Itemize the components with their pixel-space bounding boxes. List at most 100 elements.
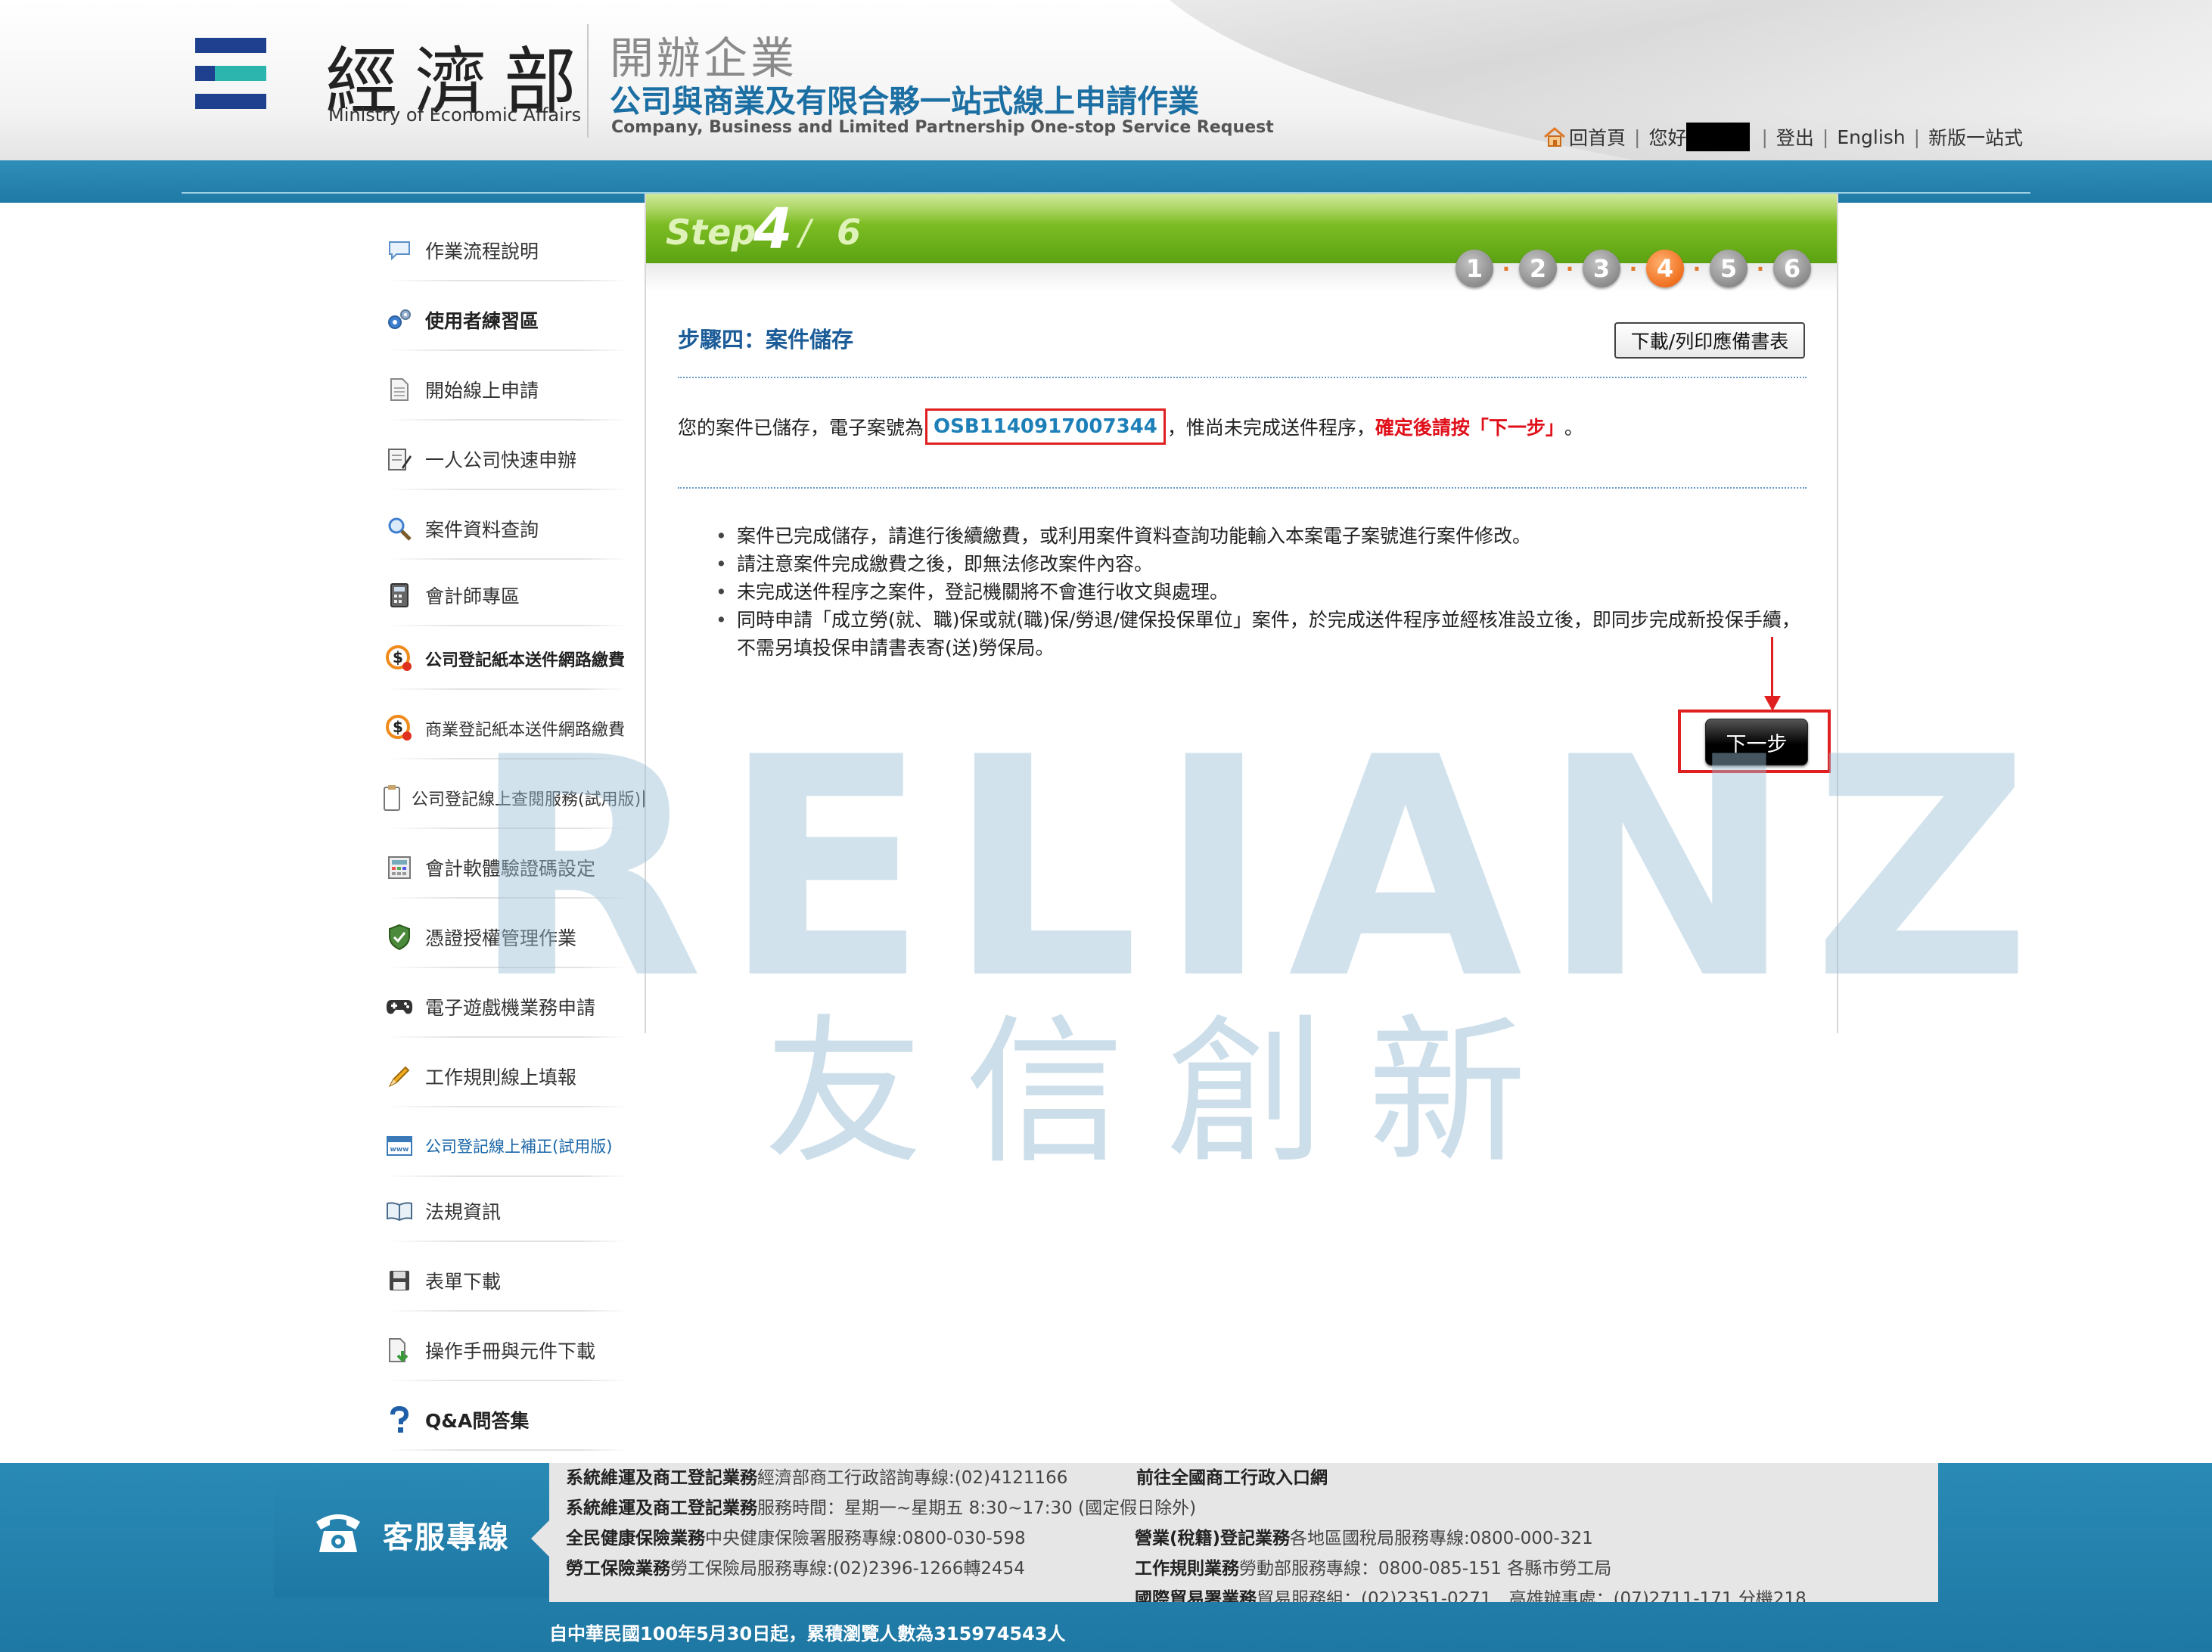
case-saved-message: 您的案件已儲存，電子案號為 OSB1140917007344 ，惟尚未完成送件程… — [678, 408, 1583, 445]
sidebar-item-label: 工作規則線上填報 — [425, 1067, 577, 1088]
sidebar-item-regulations[interactable]: 法規資訊 — [371, 1180, 628, 1242]
sidebar-item-faq[interactable]: Q&A問答集 — [371, 1389, 628, 1451]
calculator-icon — [384, 580, 415, 610]
sidebar-item-label: Q&A問答集 — [425, 1410, 530, 1432]
speech-bubble-icon — [384, 235, 415, 266]
case-message-prefix: 您的案件已儲存，電子案號為 — [678, 417, 924, 439]
sidebar-item-company-online-correction[interactable]: www 公司登記線上補正(試用版) — [371, 1115, 628, 1177]
step-dot-5: 5 — [1710, 250, 1748, 287]
step-dot-1: 1 — [1456, 250, 1493, 287]
step-word: Step — [666, 212, 756, 253]
sidebar-item-label: 作業流程說明 — [425, 241, 539, 262]
case-number-highlight: OSB1140917007344 — [925, 408, 1166, 445]
footer-notch — [531, 1519, 551, 1558]
download-print-forms-button[interactable]: 下載/列印應備書表 — [1614, 322, 1805, 359]
hotline-label: 客服專線 — [383, 1520, 510, 1555]
telephone-icon — [316, 1514, 360, 1552]
step-current-number: 4 — [753, 197, 793, 262]
download-doc-icon — [384, 1335, 415, 1365]
national-portal-link[interactable]: 前往全國商工行政入口網 — [1136, 1463, 1328, 1489]
floppy-disk-icon — [384, 1265, 415, 1296]
step-dot-3: 3 — [1583, 250, 1620, 287]
step-dot-separator: · — [1629, 256, 1638, 281]
sidebar-item-label: 法規資訊 — [425, 1201, 502, 1223]
list-item: 案件已完成儲存，請進行後續繳費，或利用案件資料查詢功能輸入本案電子案號進行案件修… — [716, 522, 1813, 550]
browser-window-icon: www — [384, 1131, 415, 1161]
sidebar-item-label: 開始線上申請 — [425, 380, 539, 402]
shield-check-icon — [384, 922, 415, 952]
nav-separator: | — [1634, 126, 1641, 148]
sidebar-item-start-application[interactable]: 開始線上申請 — [371, 359, 628, 421]
notes-list: 案件已完成儲存，請進行後續繳費，或利用案件資料查詢功能輸入本案電子案號進行案件修… — [716, 522, 1813, 662]
document-icon — [384, 374, 415, 405]
gamepad-icon — [384, 992, 415, 1022]
header-divider — [587, 24, 589, 138]
sidebar-item-label: 一人公司快速申辦 — [425, 449, 577, 471]
footer-info-panel: 系統維運及商工登記業務經濟部商工行政諮詢專線:(02)4121166 前往全國商… — [549, 1463, 1938, 1602]
step-dot-separator: · — [1756, 256, 1765, 281]
list-item: 請注意案件完成繳費之後，即無法修改案件內容。 — [716, 550, 1813, 578]
sidebar-item-case-query[interactable]: 案件資料查詢 — [371, 498, 628, 560]
question-mark-icon — [384, 1405, 415, 1435]
step-dot-separator: · — [1565, 256, 1574, 281]
home-link[interactable]: 回首頁 — [1569, 123, 1626, 151]
footer-row: 全民健康保險業務中央健康保險署服務專線:0800-030-598 — [566, 1529, 1026, 1548]
sidebar-item-practice-area[interactable]: 使用者練習區 — [371, 289, 628, 351]
sidebar-item-accountant-area[interactable]: 會計師專區 — [371, 564, 628, 626]
greeting-text: 您好 — [1648, 127, 1687, 149]
logout-link[interactable]: 登出 — [1776, 123, 1814, 151]
sidebar-item-label: 會計師專區 — [425, 585, 520, 607]
english-link[interactable]: English — [1837, 126, 1905, 148]
site-header: 經濟部 Ministry of Economic Affairs 開辦企業 公司… — [0, 0, 2212, 160]
calculator-grid-icon — [384, 852, 415, 883]
new-version-link[interactable]: 新版一站式 — [1928, 123, 2023, 151]
nav-separator: | — [1761, 126, 1768, 148]
sidebar-item-label: 表單下載 — [425, 1271, 502, 1293]
clipboard-icon — [377, 783, 407, 813]
sidebar-item-label: 操作手冊與元件下載 — [425, 1340, 596, 1362]
sidebar-item-label: 公司登記線上補正(試用版) — [425, 1138, 613, 1156]
top-navigation: 回首頁 | 您好 | 登出 | English | 新版一站式 — [1543, 123, 2023, 151]
service-title: 公司與商業及有限合夥一站式線上申請作業 — [610, 83, 1199, 120]
svg-text:www: www — [390, 1146, 409, 1154]
step-progress-indicator: 1 · 2 · 3 · 4 · 5 · 6 — [1456, 250, 1811, 287]
open-book-icon — [384, 1196, 415, 1226]
visitor-count: 自中華民國100年5月30日起，累積瀏覽人數為315974543人 — [549, 1623, 1066, 1644]
case-message-end: 。 — [1564, 417, 1583, 439]
nav-separator: | — [1822, 126, 1829, 148]
sidebar-item-process-guide[interactable]: 作業流程說明 — [371, 219, 628, 281]
footer-row: 國際貿易署業務貿易服務組：(02)2351-0271 高雄辦事處：(07)271… — [1135, 1589, 1807, 1602]
footer-row: 系統維運及商工登記業務服務時間：星期一~星期五 8:30~17:30 (國定假日… — [566, 1498, 1197, 1518]
sidebar-item-manual-download[interactable]: 操作手冊與元件下載 — [371, 1319, 628, 1381]
dollar-coin-icon: $ — [384, 713, 415, 744]
list-item: 未完成送件程序之案件，登記機關將不會進行收文與處理。 — [716, 578, 1813, 606]
footer-row: 工作規則業務勞動部服務專線：0800-085-151 各縣市勞工局 — [1135, 1559, 1612, 1579]
sidebar-item-label: 使用者練習區 — [425, 310, 539, 332]
home-icon[interactable] — [1543, 126, 1566, 148]
footer-row: 營業(稅籍)登記業務各地區國稅局服務專線:0800-000-321 — [1135, 1529, 1593, 1548]
sidebar-item-form-download[interactable]: 表單下載 — [371, 1250, 628, 1312]
step-dot-4: 4 — [1646, 250, 1684, 287]
page-title: 步驟四：案件儲存 — [678, 327, 854, 352]
sidebar-item-one-person-company[interactable]: 一人公司快速申辦 — [371, 428, 628, 490]
watermark-text-zh: 友信創新 — [764, 1000, 1570, 1185]
gears-icon — [384, 305, 415, 335]
ministry-logo-icon[interactable] — [195, 38, 266, 109]
watermark-text-en: RELIANZ — [471, 694, 2050, 1045]
svg-text:$: $ — [393, 648, 403, 666]
service-title-en: Company, Business and Limited Partnershi… — [611, 118, 1274, 137]
dotted-divider — [678, 377, 1807, 378]
dotted-divider — [678, 487, 1807, 489]
step-dot-2: 2 — [1519, 250, 1557, 287]
sidebar-item-work-rules[interactable]: 工作規則線上填報 — [371, 1045, 628, 1107]
case-message-middle: ，惟尚未完成送件程序， — [1167, 417, 1375, 439]
footer-row: 勞工保險業務勞工保險局服務專線:(02)2396-1266轉2454 — [566, 1559, 1025, 1579]
sidebar-item-label: 公司登記紙本送件網路繳費 — [425, 651, 626, 670]
step-dot-separator: · — [1502, 256, 1511, 281]
sidebar-item-company-paper-payment[interactable]: $ 公司登記紙本送件網路繳費 — [371, 628, 628, 690]
form-edit-icon — [384, 444, 415, 474]
redacted-username — [1686, 123, 1751, 151]
step-total-number: 6 — [837, 212, 862, 253]
ministry-name-en: Ministry of Economic Affairs — [328, 104, 582, 126]
pencil-icon — [384, 1061, 415, 1092]
